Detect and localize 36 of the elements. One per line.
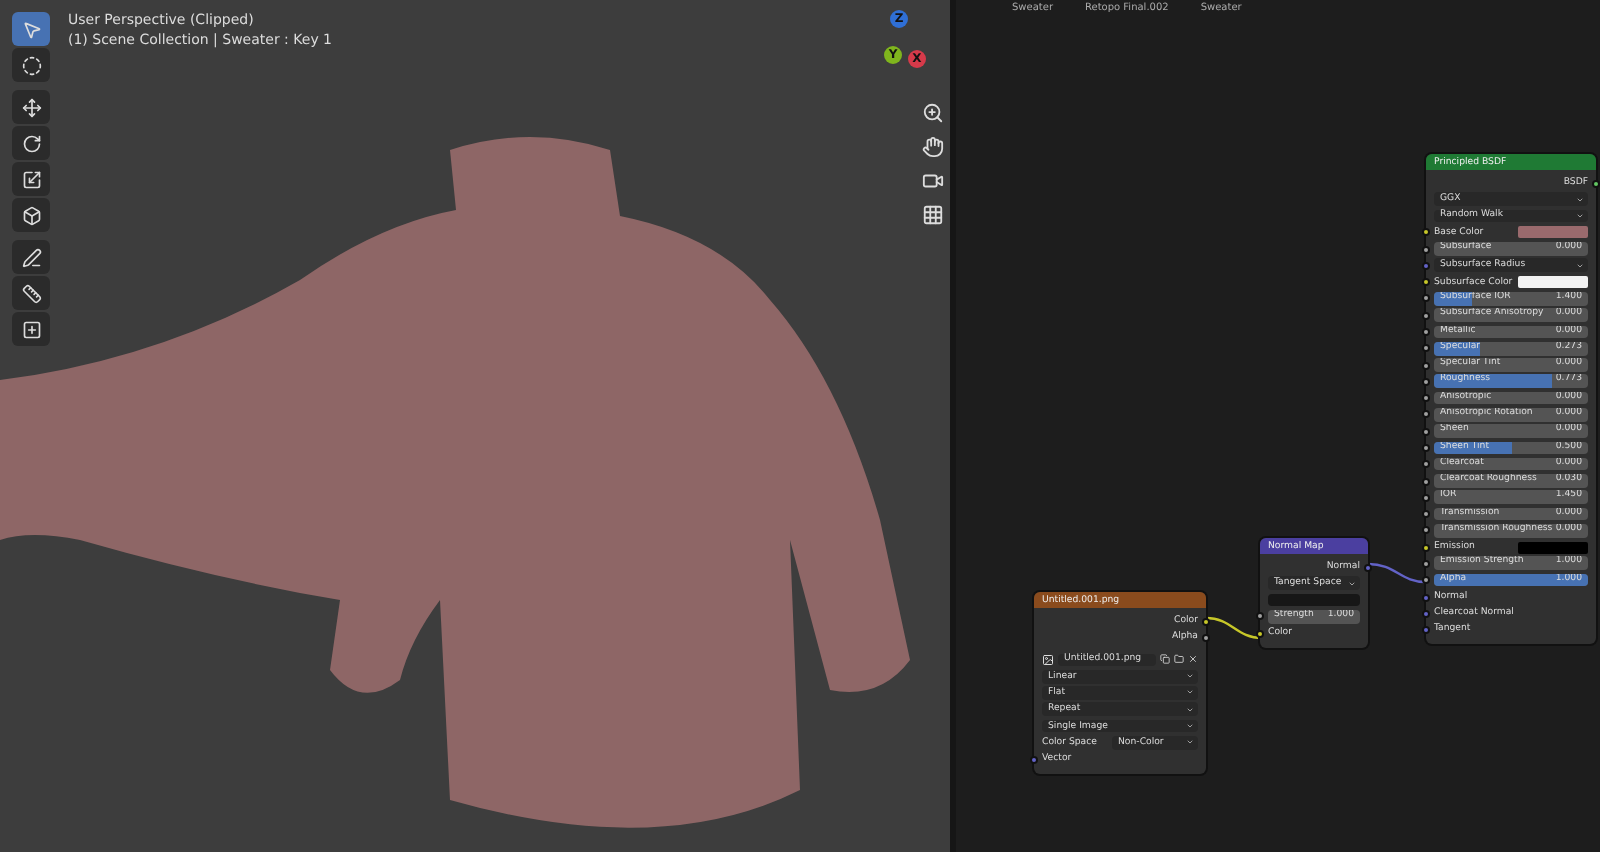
tool-button[interactable] [12, 126, 50, 160]
tool-icon [21, 283, 41, 303]
folder-icon[interactable] [1174, 654, 1184, 665]
output-socket[interactable] [1592, 179, 1600, 187]
color-swatch[interactable] [1518, 276, 1588, 289]
tool-icon [21, 97, 41, 117]
zoom-icon [921, 101, 943, 123]
tool-icon [21, 247, 41, 267]
tool-icon [21, 19, 41, 39]
tool-button[interactable] [12, 12, 50, 46]
pan-button[interactable] [920, 134, 944, 158]
tool-icon [21, 319, 41, 339]
tool-icon [21, 55, 41, 75]
uv-map-field[interactable] [1268, 593, 1360, 607]
grid-button[interactable] [920, 202, 944, 226]
principled-node[interactable] [1426, 154, 1596, 645]
tool-button[interactable] [12, 162, 50, 196]
zoom-button[interactable] [920, 100, 944, 124]
color-swatch[interactable] [1518, 541, 1588, 554]
node-wire [1205, 616, 1263, 640]
node-wire [1367, 562, 1427, 584]
tool-button[interactable] [12, 198, 50, 232]
tool-button[interactable] [12, 276, 50, 310]
tool-icon [21, 133, 41, 153]
tool-button[interactable] [12, 90, 50, 124]
grid-icon [921, 203, 943, 225]
tool-button[interactable] [12, 48, 50, 82]
camera-icon [921, 169, 943, 191]
image-icon[interactable] [1042, 653, 1054, 666]
tool-button[interactable] [12, 312, 50, 346]
hand-icon [921, 135, 943, 157]
tool-icon [21, 205, 41, 225]
copy-icon[interactable] [1160, 654, 1170, 665]
color-swatch[interactable] [1518, 226, 1588, 239]
tool-icon [21, 169, 41, 189]
tool-button[interactable] [12, 240, 50, 274]
